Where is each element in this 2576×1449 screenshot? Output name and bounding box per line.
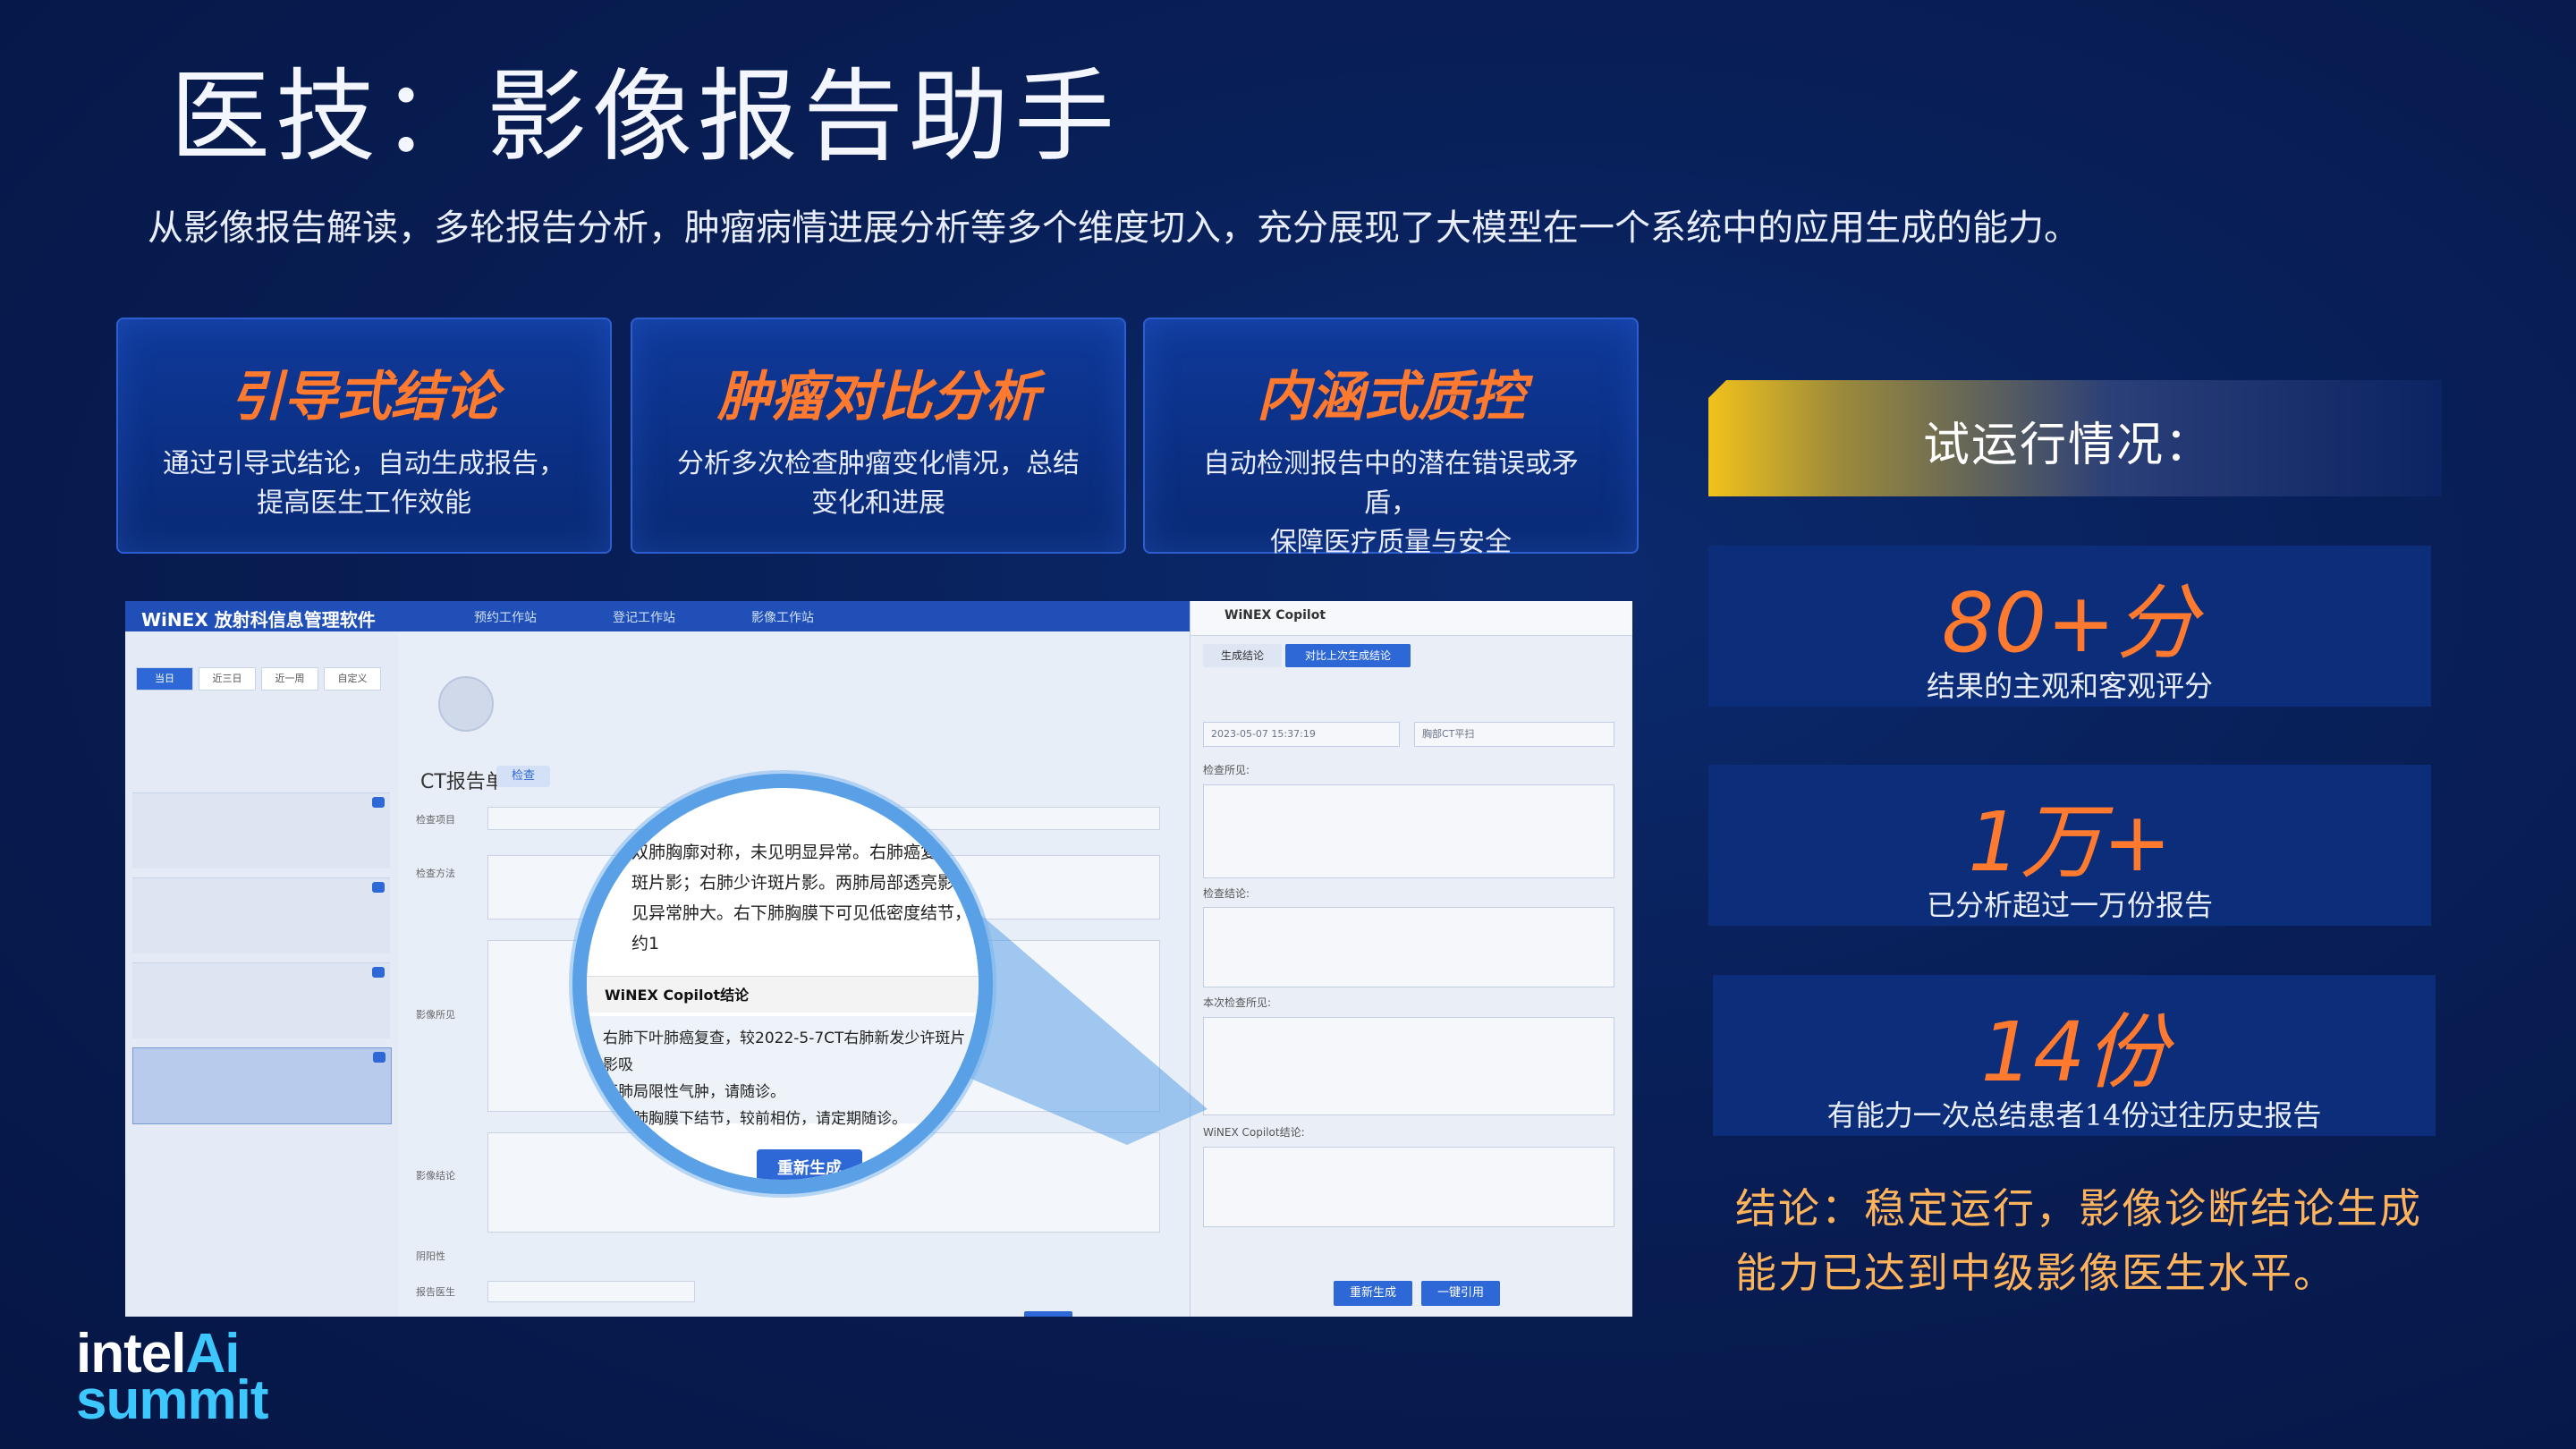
compare-previous-button[interactable]: 对比上次生成结论 xyxy=(1285,644,1411,667)
app-name: WiNEX 放射科信息管理软件 xyxy=(141,609,376,631)
zoomed-line: 双肺胸廓对称，未见明显异常。右肺癌复查，右 xyxy=(631,843,989,862)
trial-heading: 试运行情况： xyxy=(1923,419,2214,472)
generate-conclusion-button[interactable]: 生成结论 xyxy=(1203,644,1282,667)
exam-item-label: 检查项目 xyxy=(416,814,455,826)
badge-icon xyxy=(372,797,385,808)
list-item[interactable] xyxy=(132,962,390,1038)
zoomed-line: 右下肺胸膜下结节，较前相仿，请定期随诊。 xyxy=(603,1110,907,1128)
reporter-select[interactable] xyxy=(487,1281,695,1302)
findings-label: 影像所见 xyxy=(416,1009,455,1021)
summit-logo: summit xyxy=(76,1369,268,1431)
stat-label: 有能力一次总结患者14份过往历史报告 xyxy=(1826,1098,2322,1132)
impression-label: 影像结论 xyxy=(416,1170,455,1182)
magnifier-zoom: 双肺胸廓对称，未见明显异常。右肺癌复查，右 斑片影；右肺少许斑片影。两肺局部透亮… xyxy=(572,774,993,1194)
status-badge: 检查 xyxy=(496,766,550,787)
tab-registration[interactable]: 登记工作站 xyxy=(613,608,675,626)
reporter-label: 报告医生 xyxy=(416,1286,455,1298)
list-item[interactable] xyxy=(132,877,390,953)
exam-method-label: 检查方法 xyxy=(416,868,455,879)
list-item-selected[interactable] xyxy=(132,1047,392,1124)
feature-desc-line: 分析多次检查肿瘤变化情况，总结 xyxy=(677,448,1080,479)
zoomed-regenerate-button[interactable]: 重新生成 xyxy=(757,1149,862,1180)
filter-custom[interactable]: 自定义 xyxy=(324,667,381,691)
feature-desc: 分析多次检查肿瘤变化情况，总结 变化和进展 xyxy=(668,445,1089,523)
conclusion-line: 能力已达到中级影像医生水平。 xyxy=(1735,1249,2336,1297)
stat-card-history: 14份 有能力一次总结患者14份过往历史报告 xyxy=(1713,975,2436,1136)
badge-icon xyxy=(372,967,385,978)
filter-3days[interactable]: 近三日 xyxy=(199,667,256,691)
feature-desc-line: 通过引导式结论，自动生成报告， xyxy=(163,448,565,479)
zoomed-result-text: 右肺下叶肺癌复查，较2022-5-7CT右肺新发少许斑片影吸 两肺局限性气肿，请… xyxy=(603,1025,979,1132)
stat-value: 1万+ xyxy=(1968,794,2172,890)
prev-findings-text xyxy=(1203,784,1614,878)
quote-button[interactable]: 一键引用 xyxy=(1421,1281,1500,1306)
page-subtitle: 从影像报告解读，多轮报告分析，肿瘤病情进展分析等多个维度切入，充分展现了大模型在… xyxy=(148,208,2080,249)
zoomed-findings-text: 双肺胸廓对称，未见明显异常。右肺癌复查，右 斑片影；右肺少许斑片影。两肺局部透亮… xyxy=(631,837,993,959)
feature-card-guided: 引导式结论 通过引导式结论，自动生成报告， 提高医生工作效能 xyxy=(116,318,612,554)
copilot-result-text xyxy=(1203,1147,1614,1227)
stat-card-reports: 1万+ 已分析超过一万份报告 xyxy=(1708,765,2431,926)
patient-list-panel: 当日 近三日 近一周 自定义 xyxy=(125,631,399,1317)
conclusion-line: 结论：稳定运行，影像诊断结论生成 xyxy=(1735,1184,2422,1233)
feature-desc-line: 提高医生工作效能 xyxy=(257,487,471,519)
feature-card-qc: 内涵式质控 自动检测报告中的潜在错误或矛盾， 保障医疗质量与安全 xyxy=(1143,318,1639,558)
regenerate-button[interactable]: 重新生成 xyxy=(1334,1281,1412,1306)
copilot-header: WiNEX Copilot xyxy=(1191,601,1632,636)
feature-desc: 自动检测报告中的潜在错误或矛盾， 保障医疗质量与安全 xyxy=(1181,445,1601,563)
list-item[interactable] xyxy=(132,792,390,869)
stat-card-score: 80+分 结果的主观和客观评分 xyxy=(1708,546,2431,707)
feature-desc-line: 自动检测报告中的潜在错误或矛盾， xyxy=(1203,448,1579,519)
exam-time-field[interactable]: 2023-05-07 15:37:19 xyxy=(1203,722,1400,747)
zoomed-result-title: WiNEX Copilot结论 xyxy=(605,987,750,1004)
stat-label: 已分析超过一万份报告 xyxy=(1926,888,2213,922)
current-findings-text xyxy=(1203,1017,1614,1115)
zoomed-line: 两肺局限性气肿，请随诊。 xyxy=(603,1083,785,1101)
zoomed-line: 右肺下叶肺癌复查，较2022-5-7CT右肺新发少许斑片影吸 xyxy=(603,1030,966,1074)
stat-value: 14份 xyxy=(1980,1004,2168,1100)
zoomed-line: 斑片影；右肺少许斑片影。两肺局部透亮影。纵隔 xyxy=(631,873,993,893)
feature-desc: 通过引导式结论，自动生成报告， 提高医生工作效能 xyxy=(154,445,574,523)
badge-icon xyxy=(372,882,385,893)
feature-desc-line: 保障医疗质量与安全 xyxy=(1270,527,1512,558)
exam-item-select[interactable]: 胸部CT平扫 xyxy=(1414,722,1614,747)
filter-week[interactable]: 近一周 xyxy=(261,667,318,691)
page-title: 医技：影像报告助手 xyxy=(170,59,1120,175)
save-button[interactable]: 保存 xyxy=(1024,1311,1072,1317)
avatar xyxy=(438,676,494,732)
app-header: WiNEX 放射科信息管理软件 预约工作站 登记工作站 影像工作站 xyxy=(125,601,1190,631)
feature-title: 肿瘤对比分析 xyxy=(717,366,1039,428)
report-title: CT报告单 xyxy=(420,771,505,793)
conclusion-text: 结论：稳定运行，影像诊断结论生成 能力已达到中级影像医生水平。 xyxy=(1735,1176,2540,1305)
copilot-panel: WiNEX Copilot 生成结论 对比上次生成结论 2023-05-07 1… xyxy=(1190,601,1632,1317)
copilot-title: WiNEX Copilot xyxy=(1224,608,1326,623)
feature-title: 引导式结论 xyxy=(230,366,498,428)
positive-label: 阴阳性 xyxy=(416,1250,445,1262)
prev-conclusion-text xyxy=(1203,907,1614,987)
tab-appointment[interactable]: 预约工作站 xyxy=(474,608,537,626)
filter-today[interactable]: 当日 xyxy=(136,667,193,691)
feature-title: 内涵式质控 xyxy=(1257,366,1525,428)
feature-desc-line: 变化和进展 xyxy=(811,487,945,519)
feature-card-tumor: 肿瘤对比分析 分析多次检查肿瘤变化情况，总结 变化和进展 xyxy=(631,318,1126,554)
stat-value: 80+分 xyxy=(1941,575,2199,671)
tab-imaging[interactable]: 影像工作站 xyxy=(751,608,814,626)
badge-icon xyxy=(373,1052,386,1063)
zoomed-line: 见异常肿大。右下肺胸膜下可见低密度结节，直径约1 xyxy=(631,903,993,953)
stat-label: 结果的主观和客观评分 xyxy=(1926,669,2213,703)
